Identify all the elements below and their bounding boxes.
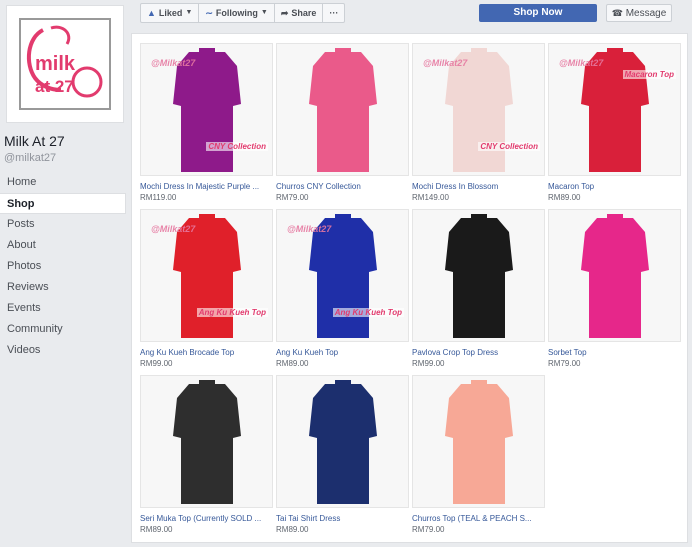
- image-watermark: @Milkat27: [287, 224, 332, 234]
- product-title[interactable]: Tai Tai Shirt Dress: [276, 514, 409, 523]
- page-logo[interactable]: milk at 27: [6, 5, 124, 123]
- image-watermark: @Milkat27: [423, 58, 468, 68]
- product-image[interactable]: [276, 375, 409, 508]
- more-button[interactable]: ···: [323, 4, 344, 22]
- image-tag: Ang Ku Kueh Top: [332, 308, 404, 317]
- product-price: RM89.00: [548, 193, 581, 202]
- logo-frame: milk at 27: [19, 18, 111, 110]
- image-watermark: @Milkat27: [151, 224, 196, 234]
- product-card[interactable]: Churros CNY Collection RM79.00: [276, 43, 409, 202]
- product-card[interactable]: @Milkat27 CNY Collection Mochi Dress In Ma…: [140, 43, 273, 202]
- product-card[interactable]: @Milkat27 Macaron Top Macaron Top RM89.00: [548, 43, 681, 202]
- product-image[interactable]: [276, 43, 409, 176]
- product-image[interactable]: @Milkat27 Ang Ku Kueh Top: [140, 209, 273, 342]
- garment-icon: [445, 214, 513, 338]
- product-price: RM79.00: [276, 193, 309, 202]
- message-button[interactable]: ☎ Message: [606, 4, 672, 22]
- sidebar-item-shop[interactable]: Shop: [0, 193, 126, 214]
- product-card[interactable]: Pavlova Crop Top Dress RM99.00: [412, 209, 545, 368]
- product-card[interactable]: @Milkat27 CNY Collection Mochi Dress In Bl…: [412, 43, 545, 202]
- sidebar-item-community[interactable]: Community: [0, 319, 126, 340]
- liked-button[interactable]: ▲ Liked ▼: [141, 4, 200, 22]
- product-title[interactable]: Ang Ku Kueh Brocade Top: [140, 348, 273, 357]
- product-price: RM89.00: [140, 525, 173, 534]
- image-tag: CNY Collection: [206, 142, 268, 151]
- shop-panel: @Milkat27 CNY Collection Mochi Dress In Ma…: [131, 33, 688, 543]
- product-card[interactable]: Churros Top (TEAL & PEACH S... RM79.00: [412, 375, 545, 534]
- share-icon: ➦: [280, 8, 289, 18]
- liked-label: Liked: [158, 8, 183, 18]
- product-price: RM119.00: [140, 193, 177, 202]
- product-image[interactable]: [140, 375, 273, 508]
- product-image[interactable]: [412, 209, 545, 342]
- product-price: RM99.00: [412, 359, 445, 368]
- product-image[interactable]: @Milkat27 CNY Collection: [412, 43, 545, 176]
- sidebar-item-reviews[interactable]: Reviews: [0, 277, 126, 298]
- image-tag: Ang Ku Kueh Top: [196, 308, 268, 317]
- logo-icon: milk at 27: [26, 25, 103, 98]
- product-image[interactable]: @Milkat27 Macaron Top: [548, 43, 681, 176]
- image-watermark: @Milkat27: [559, 58, 604, 68]
- garment-icon: [445, 380, 513, 504]
- product-title[interactable]: Macaron Top: [548, 182, 681, 191]
- page-handle[interactable]: @milkat27: [4, 152, 56, 164]
- product-title[interactable]: Sorbet Top: [548, 348, 681, 357]
- more-icon: ···: [329, 8, 339, 18]
- sidebar-item-home[interactable]: Home: [0, 172, 126, 193]
- product-price: RM79.00: [412, 525, 445, 534]
- rss-icon: ∼: [205, 8, 213, 18]
- page-actions: ▲ Liked ▼ ∼ Following ▼ ➦ Share ···: [140, 3, 346, 23]
- sidebar-nav: Home Shop Posts About Photos Reviews Eve…: [0, 172, 126, 361]
- following-label: Following: [215, 8, 258, 18]
- product-price: RM79.00: [548, 359, 581, 368]
- product-image[interactable]: @Milkat27 CNY Collection: [140, 43, 273, 176]
- product-card[interactable]: Sorbet Top RM79.00: [548, 209, 681, 368]
- product-title[interactable]: Ang Ku Kueh Top: [276, 348, 409, 357]
- product-title[interactable]: Mochi Dress In Blossom: [412, 182, 545, 191]
- image-tag: CNY Collection: [478, 142, 540, 151]
- garment-icon: [173, 380, 241, 504]
- sidebar-item-about[interactable]: About: [0, 235, 126, 256]
- sidebar-item-events[interactable]: Events: [0, 298, 126, 319]
- sidebar-item-videos[interactable]: Videos: [0, 340, 126, 361]
- garment-icon: [581, 214, 649, 338]
- product-image[interactable]: [548, 209, 681, 342]
- share-button[interactable]: ➦ Share: [275, 4, 324, 22]
- product-card[interactable]: Tai Tai Shirt Dress RM89.00: [276, 375, 409, 534]
- shop-now-button[interactable]: Shop Now: [479, 4, 597, 22]
- message-icon: ☎: [611, 8, 623, 18]
- garment-icon: [309, 48, 377, 172]
- message-label: Message: [625, 8, 667, 19]
- product-title[interactable]: Pavlova Crop Top Dress: [412, 348, 545, 357]
- sidebar-item-posts[interactable]: Posts: [0, 214, 126, 235]
- product-price: RM89.00: [276, 359, 309, 368]
- sidebar-item-photos[interactable]: Photos: [0, 256, 126, 277]
- chevron-down-icon: ▼: [260, 9, 268, 16]
- product-title[interactable]: Seri Muka Top (Currently SOLD ...: [140, 514, 273, 523]
- chevron-down-icon: ▼: [185, 9, 193, 16]
- product-card[interactable]: Seri Muka Top (Currently SOLD ... RM89.00: [140, 375, 273, 534]
- product-title[interactable]: Churros CNY Collection: [276, 182, 409, 191]
- product-card[interactable]: @Milkat27 Ang Ku Kueh Top Ang Ku Kueh Broc…: [140, 209, 273, 368]
- product-card[interactable]: @Milkat27 Ang Ku Kueh Top Ang Ku Kueh Top R…: [276, 209, 409, 368]
- thumbs-up-icon: ▲: [147, 8, 156, 18]
- image-tag: Macaron Top: [622, 70, 676, 79]
- product-price: RM89.00: [276, 525, 309, 534]
- product-title[interactable]: Mochi Dress In Majestic Purple ...: [140, 182, 273, 191]
- page-title[interactable]: Milk At 27: [4, 133, 65, 149]
- share-label: Share: [291, 8, 317, 18]
- product-title[interactable]: Churros Top (TEAL & PEACH S...: [412, 514, 545, 523]
- image-watermark: @Milkat27: [151, 58, 196, 68]
- product-price: RM99.00: [140, 359, 173, 368]
- following-button[interactable]: ∼ Following ▼: [199, 4, 275, 22]
- product-price: RM149.00: [412, 193, 449, 202]
- product-image[interactable]: @Milkat27 Ang Ku Kueh Top: [276, 209, 409, 342]
- garment-icon: [309, 380, 377, 504]
- logo-text-at27: at 27: [35, 77, 74, 96]
- product-image[interactable]: [412, 375, 545, 508]
- logo-text-milk: milk: [35, 53, 76, 75]
